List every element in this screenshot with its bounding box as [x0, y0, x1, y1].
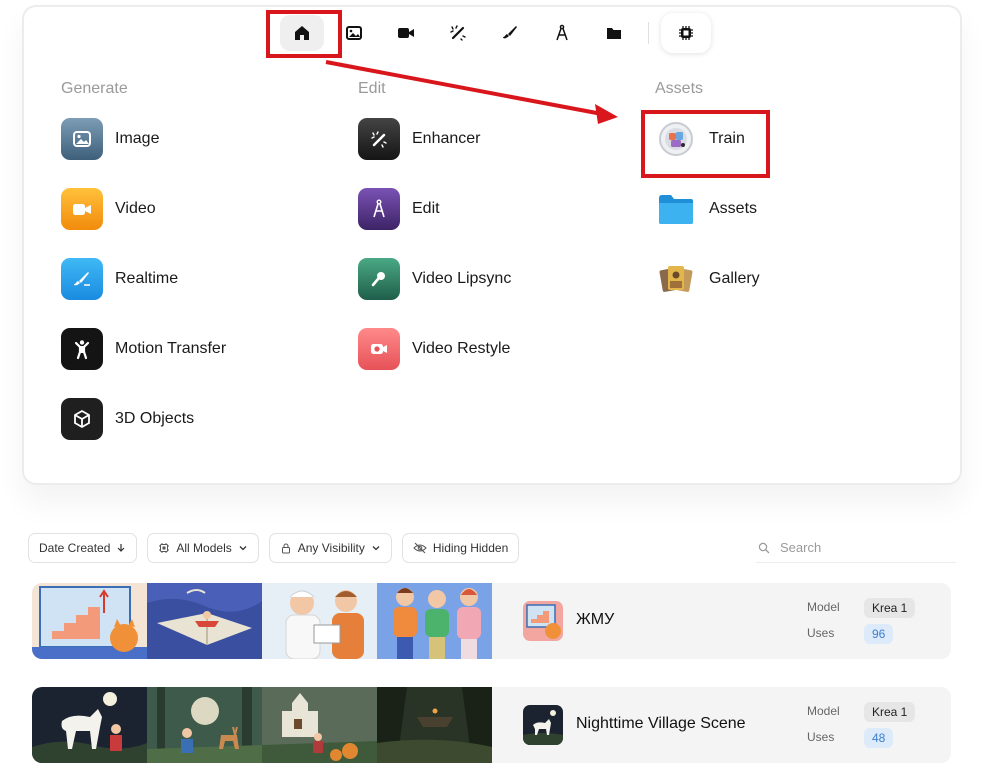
- brush-icon: [503, 26, 517, 39]
- model-badge: Krea 1: [864, 702, 916, 722]
- model-title: ЖМУ: [576, 611, 615, 628]
- models-dropdown[interactable]: All Models: [147, 533, 259, 563]
- models-label: All Models: [176, 541, 232, 555]
- menu-item-label: Gallery: [709, 270, 760, 287]
- edit-column: Edit Enhancer Edit Video Lipsync Video R…: [358, 80, 511, 398]
- menu-item-label: Edit: [412, 200, 440, 217]
- eye-off-icon: [413, 542, 427, 554]
- menu-item-label: 3D Objects: [115, 410, 195, 427]
- hidden-label: Hiding Hidden: [432, 541, 509, 555]
- video-app-icon: [61, 188, 103, 230]
- thumbnail-image: [377, 583, 492, 659]
- chevron-down-icon: [239, 546, 247, 551]
- top-toolbar: [280, 12, 711, 54]
- generate-column: Generate Image Video Realtime Motion Tra…: [61, 80, 226, 468]
- gallery-icon: [655, 258, 697, 300]
- thumbnail-image: [262, 687, 377, 763]
- model-thumbnails: [32, 687, 492, 763]
- model-meta-label: Model: [807, 600, 840, 614]
- model-row[interactable]: ЖМУ Model Krea 1 Uses 96: [32, 583, 951, 659]
- hidden-toggle[interactable]: Hiding Hidden: [401, 533, 520, 563]
- 3d-objects-app-icon: [61, 398, 103, 440]
- thumbnail-image: [147, 687, 262, 763]
- thumbnail-image: [32, 583, 147, 659]
- model-row[interactable]: Nighttime Village Scene Model Krea 1 Use…: [32, 687, 951, 763]
- chip-icon: [679, 26, 693, 40]
- menu-item-label: Video Lipsync: [412, 270, 512, 287]
- video-lipsync-app-icon: [358, 258, 400, 300]
- video-restyle-app-icon: [358, 328, 400, 370]
- enhancer-tool-button[interactable]: [436, 15, 480, 51]
- search-placeholder: Search: [780, 540, 822, 555]
- uses-badge: 96: [864, 624, 894, 644]
- visibility-dropdown[interactable]: Any Visibility: [268, 533, 392, 563]
- thumbnail-image: [262, 583, 377, 659]
- image-icon: [346, 26, 362, 40]
- generate-heading: Generate: [61, 80, 128, 97]
- lock-icon: [281, 543, 290, 554]
- thumbnail-image: [377, 687, 492, 763]
- menu-item-image[interactable]: Image: [61, 118, 226, 160]
- search-icon: [758, 542, 770, 553]
- search-input[interactable]: Search: [756, 533, 956, 563]
- model-avatar: [523, 705, 563, 745]
- folder-icon: [607, 28, 621, 39]
- filter-bar: Date Created All Models Any Visibility H…: [28, 533, 520, 563]
- menu-item-edit[interactable]: Edit: [358, 188, 511, 230]
- menu-item-realtime[interactable]: Realtime: [61, 258, 226, 300]
- annotation-highlight-home: [266, 10, 342, 58]
- menu-item-enhancer[interactable]: Enhancer: [358, 118, 511, 160]
- motion-transfer-app-icon: [61, 328, 103, 370]
- video-icon: [398, 28, 414, 38]
- assets-folder-icon: [655, 188, 697, 230]
- compass-icon: [556, 24, 568, 41]
- model-meta-label: Model: [807, 704, 840, 718]
- thumbnail-image: [147, 583, 262, 659]
- menu-item-video[interactable]: Video: [61, 188, 226, 230]
- annotation-highlight-train: [641, 110, 770, 178]
- model-badge: Krea 1: [864, 598, 916, 618]
- menu-item-label: Motion Transfer: [115, 340, 227, 357]
- magic-wand-icon: [450, 25, 466, 41]
- enhancer-app-icon: [358, 118, 400, 160]
- model-thumbnails: [32, 583, 492, 659]
- uses-meta-label: Uses: [807, 626, 835, 640]
- edit-app-icon: [358, 188, 400, 230]
- menu-item-label: Realtime: [115, 270, 179, 287]
- menu-item-3d-objects[interactable]: 3D Objects: [61, 398, 226, 440]
- uses-badge: 48: [864, 728, 894, 748]
- sort-label: Date Created: [39, 541, 111, 555]
- edit-heading: Edit: [358, 80, 386, 97]
- thumbnail-image: [32, 687, 147, 763]
- toolbar-divider: [648, 22, 649, 44]
- menu-item-label: Video: [115, 200, 156, 217]
- image-app-icon: [61, 118, 103, 160]
- menu-item-label: Video Restyle: [412, 340, 511, 357]
- edit-tool-button[interactable]: [540, 15, 584, 51]
- menu-item-video-restyle[interactable]: Video Restyle: [358, 328, 511, 370]
- menu-item-label: Enhancer: [412, 130, 481, 147]
- chip-icon: [159, 543, 170, 553]
- chevron-down-icon: [372, 546, 380, 551]
- video-tool-button[interactable]: [384, 15, 428, 51]
- train-tool-button[interactable]: [661, 13, 711, 53]
- sort-dropdown[interactable]: Date Created: [28, 533, 138, 563]
- menu-item-assets[interactable]: Assets: [655, 188, 760, 230]
- menu-item-video-lipsync[interactable]: Video Lipsync: [358, 258, 511, 300]
- visibility-label: Any Visibility: [297, 541, 365, 555]
- menu-item-gallery[interactable]: Gallery: [655, 258, 760, 300]
- assets-heading: Assets: [655, 80, 704, 97]
- model-avatar: [523, 601, 563, 641]
- uses-meta-label: Uses: [807, 730, 835, 744]
- realtime-tool-button[interactable]: [488, 15, 532, 51]
- assets-tool-button[interactable]: [592, 15, 636, 51]
- realtime-app-icon: [61, 258, 103, 300]
- arrow-down-icon: [117, 544, 125, 552]
- page: Generate Image Video Realtime Motion Tra…: [0, 0, 984, 781]
- menu-item-motion-transfer[interactable]: Motion Transfer: [61, 328, 226, 370]
- menu-item-label: Image: [115, 130, 160, 147]
- menu-item-label: Assets: [709, 200, 758, 217]
- model-title: Nighttime Village Scene: [576, 715, 746, 732]
